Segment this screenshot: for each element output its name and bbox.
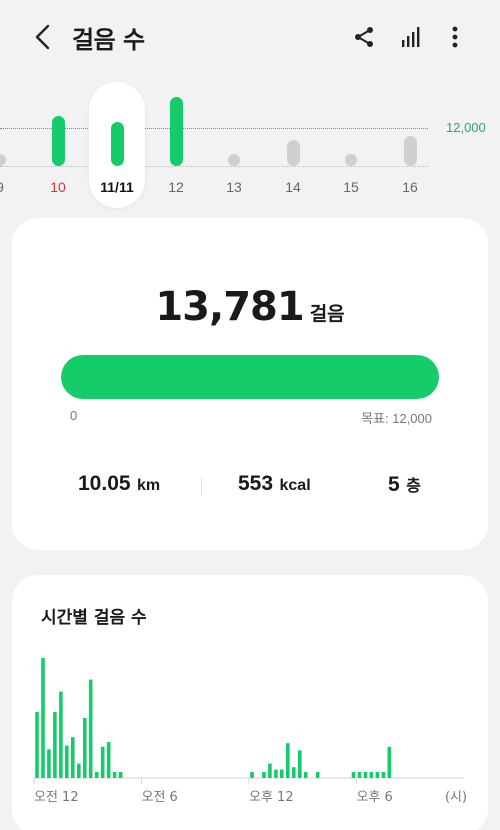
day-label: 13: [226, 179, 242, 195]
progress-min-label: 0: [70, 408, 78, 423]
day-label: 14: [285, 179, 301, 195]
back-chevron-icon[interactable]: [28, 22, 58, 52]
hourly-bar: [387, 746, 392, 778]
calories-unit: kcal: [279, 477, 311, 494]
distance-value: 10.05: [78, 472, 131, 495]
day-steps-bar: [170, 97, 183, 166]
steps-progress-bar: [61, 355, 439, 399]
x-tick-label: 오후 12: [249, 790, 294, 805]
day-11-11[interactable]: 11/11: [97, 80, 137, 210]
x-tick-label: 오후 6: [357, 790, 393, 805]
hourly-bar: [77, 763, 81, 778]
share-icon[interactable]: [349, 22, 379, 52]
hourly-bar: [83, 718, 87, 778]
x-tick-label: (시): [445, 790, 467, 805]
hourly-steps-card: 시간별 걸음 수 오전 12 오전 6 오후 12 오후 6 (시): [12, 575, 488, 830]
hourly-steps-chart: 오전 12 오전 6 오후 12 오후 6 (시): [33, 658, 467, 805]
calories-value: 553: [238, 472, 274, 495]
hourly-bar: [112, 772, 117, 778]
page-title: 걸음 수: [72, 26, 145, 54]
day-14[interactable]: 14: [273, 80, 313, 210]
hourly-bar: [88, 679, 93, 778]
day-label: 15: [343, 179, 359, 195]
hourly-bar: [381, 772, 386, 778]
hourly-bar: [250, 772, 254, 778]
day-label: 16: [402, 179, 418, 195]
hourly-bar: [118, 772, 123, 778]
goal-value-label: 12,000: [446, 120, 486, 135]
day-15[interactable]: 15: [331, 80, 371, 210]
hourly-bar: [363, 772, 368, 778]
day-steps-bar: [287, 140, 300, 166]
steps-progress-fill: [61, 355, 439, 399]
hourly-bar: [375, 772, 380, 778]
steps-count: 13,781: [155, 284, 304, 330]
no-data-dot: [228, 154, 240, 166]
hourly-bar: [303, 772, 308, 778]
hourly-bar: [47, 749, 51, 778]
hourly-bar: [298, 750, 302, 778]
more-vertical-icon[interactable]: [440, 22, 470, 52]
distance-unit: km: [137, 477, 161, 494]
hourly-bar: [280, 769, 284, 778]
hourly-bar: [71, 737, 75, 778]
hourly-title: 시간별 걸음 수: [41, 608, 147, 628]
day-label: 11/11: [100, 179, 134, 195]
hourly-bar: [59, 691, 63, 778]
steps-summary-card: 13,781 걸음 0 목표: 12,000 10.05 km 553 kcal …: [12, 218, 488, 550]
day-13[interactable]: 13: [214, 80, 254, 210]
day-label: 10: [50, 179, 66, 195]
day-12[interactable]: 12: [156, 80, 196, 210]
day-9[interactable]: 9: [0, 80, 20, 210]
day-10[interactable]: 10: [38, 80, 78, 210]
steps-total: 13,781 걸음: [12, 284, 488, 330]
activity-metrics: 10.05 km 553 kcal 5 층: [12, 472, 488, 502]
day-16[interactable]: 16: [390, 80, 430, 210]
hourly-bar: [100, 746, 105, 778]
no-data-dot: [0, 154, 6, 166]
day-label: 9: [0, 179, 20, 195]
x-tick-label: 오전 6: [142, 790, 178, 805]
hourly-bar: [369, 772, 374, 778]
day-label: 12: [168, 179, 184, 195]
day-steps-bar: [404, 136, 417, 166]
signal-bars-icon[interactable]: [397, 22, 427, 52]
steps-unit: 걸음: [309, 303, 345, 325]
hourly-bar: [357, 772, 362, 778]
day-steps-bar: [52, 116, 65, 166]
hourly-bar: [315, 772, 320, 778]
distance-metric: 10.05 km: [78, 472, 160, 496]
progress-goal-label: 목표: 12,000: [361, 411, 432, 426]
hourly-bar: [53, 712, 57, 778]
hourly-bar: [106, 742, 111, 778]
hourly-bar: [274, 769, 278, 778]
metric-divider: [201, 478, 202, 496]
app-header: 걸음 수: [0, 0, 500, 76]
floors-metric: 5 층: [388, 472, 421, 497]
hourly-bar: [268, 763, 272, 778]
floors-value: 5: [388, 473, 400, 496]
hourly-bar: [41, 658, 45, 778]
x-tick-label: 오전 12: [34, 790, 79, 805]
calories-metric: 553 kcal: [238, 472, 311, 496]
hourly-bar: [262, 772, 266, 778]
floors-unit: 층: [406, 478, 421, 495]
day-steps-bar: [111, 122, 124, 166]
hourly-bar: [292, 767, 296, 778]
hourly-bar: [286, 743, 290, 778]
hourly-bar: [94, 772, 99, 778]
hourly-bar: [351, 772, 356, 778]
hourly-bar: [65, 745, 69, 778]
no-data-dot: [345, 154, 357, 166]
hourly-bar: [35, 712, 39, 778]
week-day-selector: 12,000 9 10 11/11 12 13 14 15 16: [0, 80, 500, 210]
